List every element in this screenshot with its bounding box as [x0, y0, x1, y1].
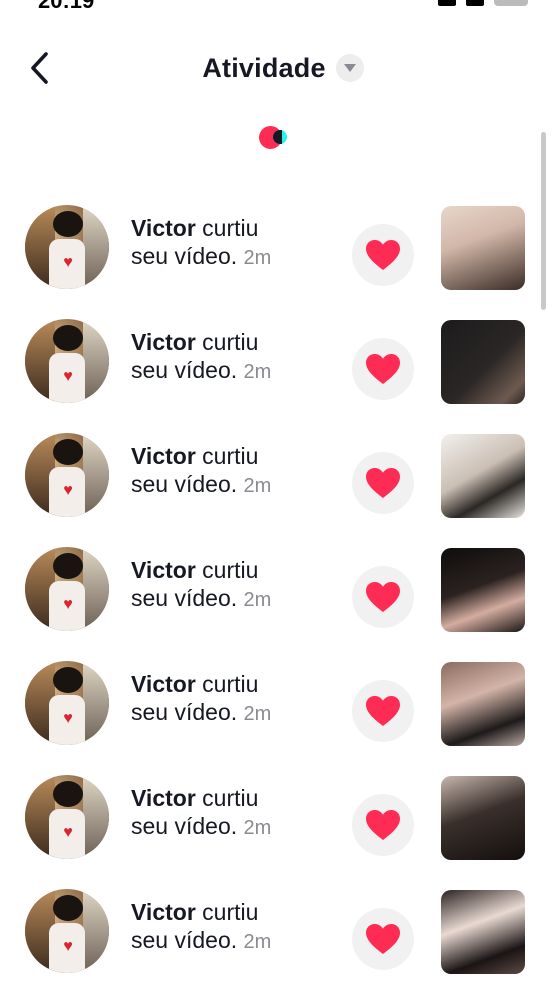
- header: Atividade: [0, 46, 552, 90]
- like-button[interactable]: [352, 566, 414, 628]
- heart-icon: [366, 810, 400, 840]
- time-ago: 2m: [243, 361, 272, 383]
- heart-icon: [366, 240, 400, 270]
- notification-text: Victor curtiu seu vídeo. 2m: [131, 784, 341, 842]
- action-text: curtiu: [202, 215, 259, 241]
- time-ago: 2m: [243, 931, 272, 953]
- like-button[interactable]: [352, 908, 414, 970]
- video-thumbnail[interactable]: [441, 662, 525, 746]
- activity-filter-dropdown[interactable]: [335, 54, 364, 82]
- video-thumbnail[interactable]: [441, 548, 525, 632]
- object-text: seu vídeo.: [131, 927, 238, 953]
- notification-text: Victor curtiu seu vídeo. 2m: [131, 214, 341, 272]
- object-text: seu vídeo.: [131, 699, 238, 725]
- time-ago: 2m: [243, 817, 272, 839]
- action-text: curtiu: [202, 557, 259, 583]
- signal-icon: [438, 0, 456, 6]
- like-button[interactable]: [352, 794, 414, 856]
- avatar[interactable]: ♥: [25, 889, 109, 973]
- notification-row[interactable]: ♥ Victor curtiu seu vídeo. 2m: [0, 304, 552, 418]
- notification-row[interactable]: ♥ Victor curtiu seu vídeo. 2m: [0, 760, 552, 874]
- video-thumbnail[interactable]: [441, 320, 525, 404]
- notification-row[interactable]: ♥ Victor curtiu seu vídeo. 2m: [0, 190, 552, 304]
- notification-row[interactable]: ♥ Victor curtiu seu vídeo. 2m: [0, 874, 552, 988]
- video-thumbnail[interactable]: [441, 890, 525, 974]
- time-ago: 2m: [243, 589, 272, 611]
- time-ago: 2m: [243, 475, 272, 497]
- notification-list: ♥ Victor curtiu seu vídeo. 2m ♥ Victor c…: [0, 190, 552, 988]
- heart-icon: [366, 696, 400, 726]
- object-text: seu vídeo.: [131, 471, 238, 497]
- user-name[interactable]: Victor: [131, 671, 196, 697]
- like-button[interactable]: [352, 338, 414, 400]
- action-text: curtiu: [202, 329, 259, 355]
- avatar[interactable]: ♥: [25, 547, 109, 631]
- object-text: seu vídeo.: [131, 357, 238, 383]
- video-thumbnail[interactable]: [441, 776, 525, 860]
- caret-down-icon: [343, 64, 356, 72]
- action-text: curtiu: [202, 899, 259, 925]
- object-text: seu vídeo.: [131, 243, 238, 269]
- notification-text: Victor curtiu seu vídeo. 2m: [131, 670, 341, 728]
- time-ago: 2m: [243, 247, 272, 269]
- heart-icon: [366, 924, 400, 954]
- like-button[interactable]: [352, 680, 414, 742]
- page-title: Atividade: [202, 52, 326, 83]
- user-name[interactable]: Victor: [131, 557, 196, 583]
- action-text: curtiu: [202, 785, 259, 811]
- notification-text: Victor curtiu seu vídeo. 2m: [131, 556, 341, 614]
- status-bar: 20:19: [0, 0, 552, 10]
- object-text: seu vídeo.: [131, 585, 238, 611]
- time-ago: 2m: [243, 703, 272, 725]
- video-thumbnail[interactable]: [441, 434, 525, 518]
- action-text: curtiu: [202, 671, 259, 697]
- user-name[interactable]: Victor: [131, 329, 196, 355]
- loading-indicator: [259, 126, 289, 150]
- avatar[interactable]: ♥: [25, 433, 109, 517]
- avatar[interactable]: ♥: [25, 319, 109, 403]
- notification-row[interactable]: ♥ Victor curtiu seu vídeo. 2m: [0, 418, 552, 532]
- battery-icon: [494, 0, 528, 6]
- status-icons: [438, 0, 528, 6]
- like-button[interactable]: [352, 224, 414, 286]
- heart-icon: [366, 468, 400, 498]
- notification-text: Victor curtiu seu vídeo. 2m: [131, 328, 341, 386]
- avatar[interactable]: ♥: [25, 661, 109, 745]
- notification-text: Victor curtiu seu vídeo. 2m: [131, 442, 341, 500]
- notification-text: Victor curtiu seu vídeo. 2m: [131, 898, 341, 956]
- status-time: 20:19: [38, 0, 94, 10]
- heart-icon: [366, 582, 400, 612]
- heart-icon: [366, 354, 400, 384]
- user-name[interactable]: Victor: [131, 215, 196, 241]
- object-text: seu vídeo.: [131, 813, 238, 839]
- notification-row[interactable]: ♥ Victor curtiu seu vídeo. 2m: [0, 532, 552, 646]
- user-name[interactable]: Victor: [131, 899, 196, 925]
- wifi-icon: [466, 0, 484, 6]
- action-text: curtiu: [202, 443, 259, 469]
- avatar[interactable]: ♥: [25, 775, 109, 859]
- like-button[interactable]: [352, 452, 414, 514]
- user-name[interactable]: Victor: [131, 443, 196, 469]
- loader-overlap: [273, 130, 282, 144]
- user-name[interactable]: Victor: [131, 785, 196, 811]
- video-thumbnail[interactable]: [441, 206, 525, 290]
- notification-row[interactable]: ♥ Victor curtiu seu vídeo. 2m: [0, 646, 552, 760]
- avatar[interactable]: ♥: [25, 205, 109, 289]
